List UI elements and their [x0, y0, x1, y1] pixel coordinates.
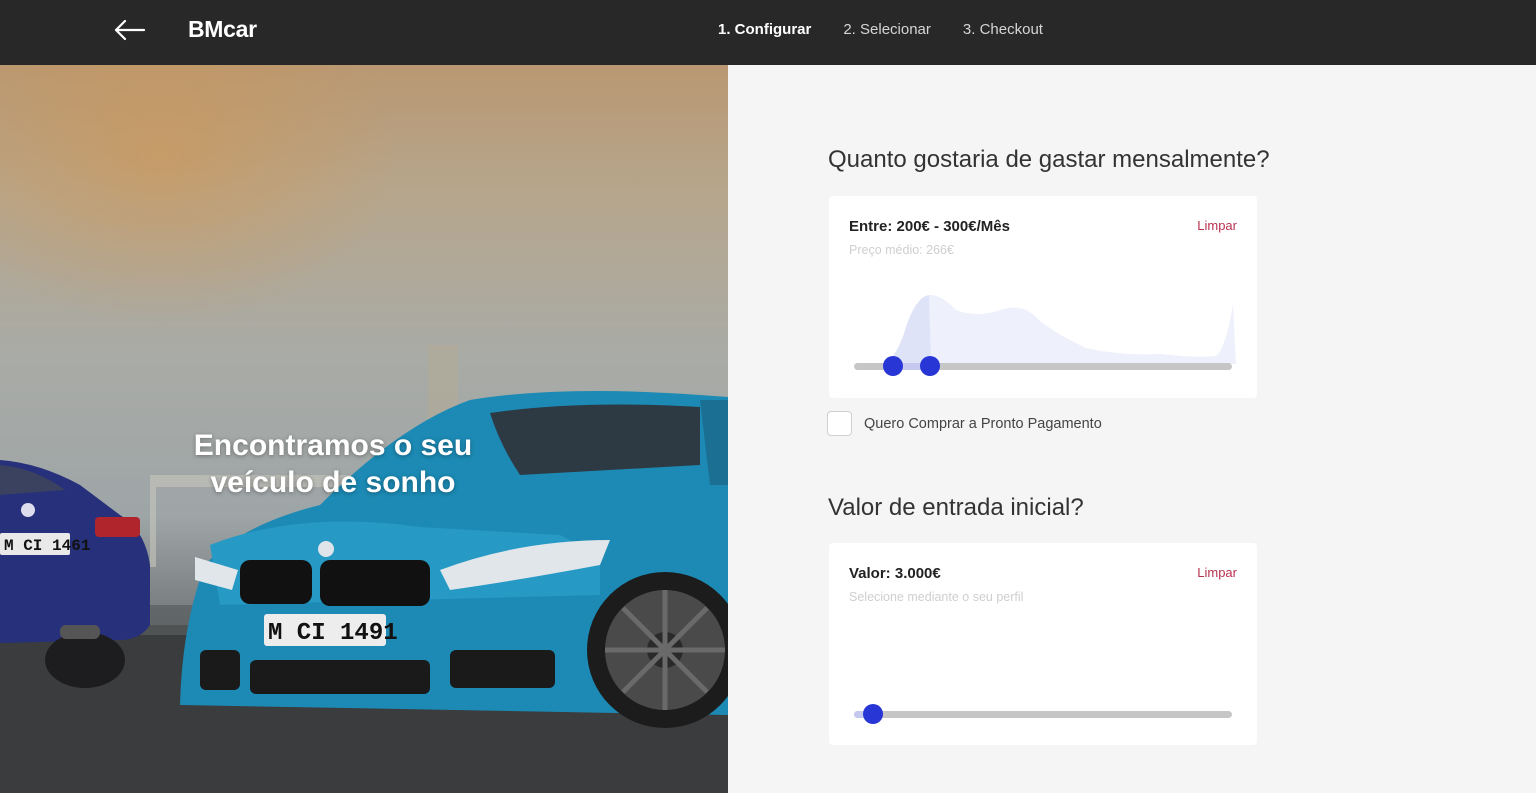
down-payment-slider[interactable] [854, 711, 1232, 718]
top-bar: BMcar 1. Configurar 2. Selecionar 3. Che… [0, 0, 1536, 65]
cash-payment-checkbox[interactable] [827, 411, 852, 436]
step-checkout[interactable]: 3. Checkout [963, 21, 1043, 38]
navy-car-plate: M CI 1461 [4, 537, 90, 555]
price-distribution-chart [851, 294, 1236, 364]
monthly-budget-card: Entre: 200€ - 300€/Mês Preço médio: 266€… [829, 196, 1257, 398]
average-price-label: Preço médio: 266€ [849, 243, 954, 257]
checkout-steps: 1. Configurar 2. Selecionar 3. Checkout [718, 21, 1043, 38]
arrow-left-icon [114, 19, 146, 41]
step-configurar[interactable]: 1. Configurar [718, 21, 811, 38]
hero-image: M CI 1461 M CI 1491 Encontramos o seu ve… [0, 65, 728, 793]
clear-down-payment-link[interactable]: Limpar [1197, 565, 1237, 580]
brand-logo[interactable]: BMcar [188, 16, 257, 43]
cash-payment-option[interactable]: Quero Comprar a Pronto Pagamento [827, 411, 1102, 436]
step-selecionar[interactable]: 2. Selecionar [843, 21, 931, 38]
down-payment-title: Valor de entrada inicial? [828, 494, 1084, 521]
monthly-min-thumb[interactable] [883, 356, 903, 376]
monthly-max-thumb[interactable] [920, 356, 940, 376]
clear-monthly-link[interactable]: Limpar [1197, 218, 1237, 233]
back-button[interactable] [110, 14, 148, 46]
blue-car-plate: M CI 1491 [268, 620, 398, 647]
down-payment-hint: Selecione mediante o seu perfil [849, 590, 1024, 604]
hero-title: Encontramos o seu veículo de sonho [193, 429, 473, 499]
down-payment-thumb[interactable] [863, 704, 883, 724]
down-payment-value-label: Valor: 3.000€ [849, 565, 941, 582]
monthly-budget-title: Quanto gostaria de gastar mensalmente? [828, 146, 1270, 173]
down-payment-card: Valor: 3.000€ Selecione mediante o seu p… [829, 543, 1257, 745]
monthly-range-label: Entre: 200€ - 300€/Mês [849, 218, 1010, 235]
monthly-range-slider[interactable] [854, 363, 1232, 370]
cash-payment-label[interactable]: Quero Comprar a Pronto Pagamento [864, 416, 1102, 432]
